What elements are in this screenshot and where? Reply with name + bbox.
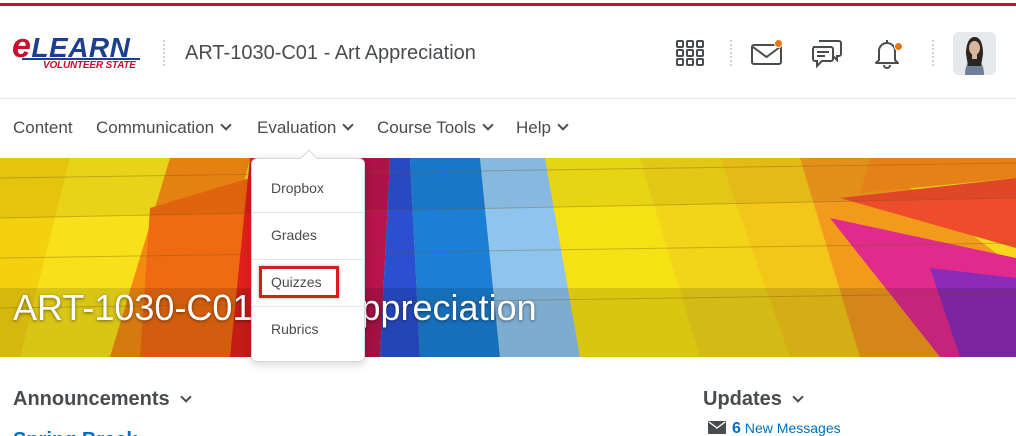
chevron-down-icon [482, 119, 494, 131]
nav-content[interactable]: Content [13, 118, 73, 138]
chevron-down-icon [220, 119, 232, 131]
nav-label: Content [13, 118, 73, 137]
widget-title-label: Updates [703, 388, 782, 410]
announcements-widget-title[interactable]: Announcements [13, 386, 192, 412]
bell-icon[interactable] [870, 36, 904, 70]
chevron-down-icon [557, 119, 569, 131]
envelope-icon [708, 421, 726, 434]
new-messages-label: New Messages [744, 420, 841, 436]
nav-label: Evaluation [257, 118, 337, 137]
waffle-icon[interactable] [673, 36, 707, 70]
divider [730, 40, 732, 66]
menu-item-grades[interactable]: Grades [252, 212, 364, 259]
new-messages-count: 6 [732, 420, 741, 436]
nav-course-tools[interactable]: Course Tools [377, 118, 494, 138]
elearn-logo[interactable]: eLEARN VOLUNTEER STATE [12, 29, 144, 77]
avatar[interactable] [953, 32, 996, 75]
nav-label: Help [516, 118, 551, 137]
course-navbar: Content Communication Evaluation Course … [0, 99, 1016, 158]
chevron-down-icon [342, 119, 355, 131]
new-messages-link[interactable]: 6 New Messages [708, 419, 841, 436]
widget-title-label: Announcements [13, 388, 170, 410]
chat-icon[interactable] [810, 36, 844, 70]
nav-help[interactable]: Help [516, 118, 569, 138]
announcement-link[interactable]: Spring Break [13, 428, 137, 436]
header: eLEARN VOLUNTEER STATE ART-1030-C01 - Ar… [0, 7, 1016, 99]
updates-widget-title[interactable]: Updates [703, 386, 804, 412]
chevron-down-icon [180, 391, 192, 403]
nav-label: Course Tools [377, 118, 476, 137]
mail-icon[interactable] [750, 36, 784, 70]
course-banner: ART-1030-C01 - Art Appreciation [0, 158, 1016, 357]
top-accent-bar [0, 0, 1016, 7]
menu-item-rubrics[interactable]: Rubrics [252, 306, 364, 353]
logo-subtitle: VOLUNTEER STATE [43, 60, 136, 71]
divider [163, 40, 165, 66]
divider [932, 40, 934, 66]
nav-evaluation[interactable]: Evaluation [257, 118, 355, 138]
evaluation-menu: Dropbox Grades Quizzes Rubrics [251, 149, 365, 362]
nav-label: Communication [96, 118, 215, 137]
chevron-down-icon [792, 391, 804, 403]
menu-item-dropbox[interactable]: Dropbox [252, 165, 364, 212]
quizzes-highlight-box [259, 266, 339, 298]
course-title[interactable]: ART-1030-C01 - Art Appreciation [185, 40, 476, 66]
nav-communication[interactable]: Communication [96, 118, 232, 138]
